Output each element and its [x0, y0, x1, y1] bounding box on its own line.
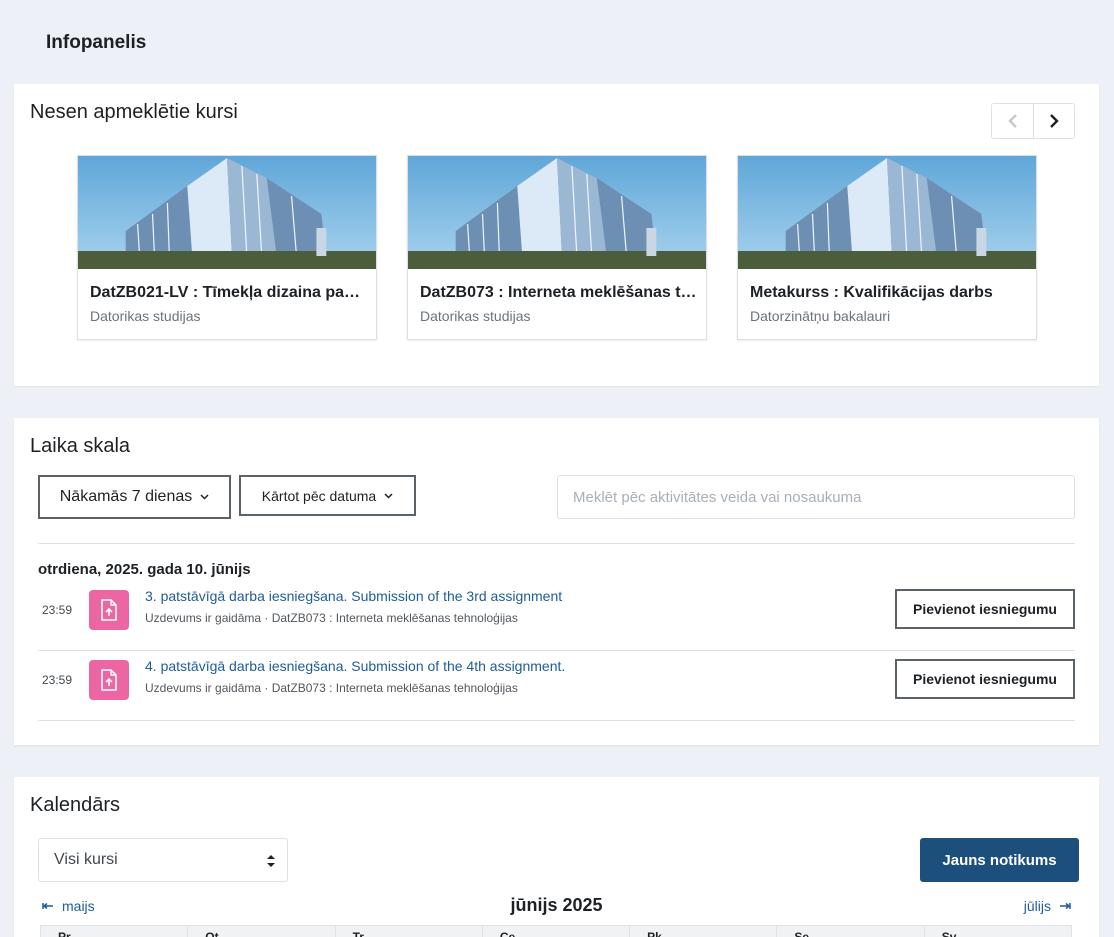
next-month-link[interactable]: jūlijs — [1024, 898, 1071, 914]
page-title: Infopanelis — [46, 32, 147, 53]
range-filter-label: Nākamās 7 dienas — [59, 488, 193, 505]
course-name[interactable]: Metakurss : Kvalifikācijas darbs — [750, 284, 1028, 302]
event-time: 23:59 — [42, 673, 73, 687]
timeline-event: 23:59 4. patstāvīgā darba iesniegšana. S… — [38, 658, 1075, 728]
event-meta: Uzdevums ir gaidāma · DatZB073 : Interne… — [145, 681, 518, 695]
weekday-label: Pr — [41, 926, 189, 937]
course-image — [78, 156, 376, 269]
weekday-label: Sv — [941, 930, 957, 937]
calendar-title: Kalendārs — [30, 794, 121, 816]
course-card[interactable]: DatZB073 : Interneta meklēšanas tehnoloģ… — [407, 155, 707, 340]
weekday-label: Se — [777, 926, 925, 937]
select-arrows-icon — [267, 855, 275, 867]
calendar-block: Kalendārs Visi kursi Jauns notikums maij… — [14, 777, 1099, 937]
event-time: 23:59 — [42, 603, 73, 617]
next-month-label: jūlijs — [1023, 898, 1051, 914]
timeline-search-input[interactable] — [557, 475, 1075, 519]
range-filter-dropdown[interactable]: Nākamās 7 dienas — [38, 475, 231, 519]
course-image — [408, 156, 706, 269]
carousel-nav — [991, 103, 1075, 139]
calendar-weekday-header: Pr Ot Tr Ce Pk Se Sv — [40, 925, 1072, 937]
course-card[interactable]: Metakurss : Kvalifikācijas darbs Datorzi… — [737, 155, 1037, 340]
course-category: Datorikas studijas — [90, 308, 201, 324]
chevron-down-icon — [200, 494, 209, 500]
course-filter-select[interactable]: Visi kursi — [38, 838, 288, 882]
recent-courses-title: Nesen apmeklētie kursi — [30, 101, 238, 123]
weekday-label: Ce — [483, 926, 631, 937]
chevron-left-icon — [1007, 114, 1017, 128]
divider — [38, 650, 1075, 651]
weekday-label: Pk — [630, 926, 778, 937]
course-category: Datorikas studijas — [420, 308, 531, 324]
sort-filter-dropdown[interactable]: Kārtot pēc datuma — [239, 475, 416, 516]
course-category: Datorzinātņu bakalauri — [750, 308, 891, 324]
divider — [38, 543, 1075, 544]
chevron-right-icon — [1050, 114, 1059, 128]
course-filter-value: Visi kursi — [54, 851, 118, 868]
course-name[interactable]: DatZB021-LV : Tīmekļa dizaina pamati — [90, 284, 368, 302]
arrow-right-icon — [1060, 902, 1071, 910]
event-title-link[interactable]: 4. patstāvīgā darba iesniegšana. Submiss… — [145, 658, 565, 674]
add-submission-button[interactable]: Pievienot iesniegumu — [895, 589, 1075, 629]
course-image — [738, 156, 1036, 269]
course-name[interactable]: DatZB073 : Interneta meklēšanas tehnoloģ… — [420, 284, 698, 302]
timeline-block: Laika skala Nākamās 7 dienas Kārtot pēc … — [14, 418, 1099, 745]
date-heading: otrdiena, 2025. gada 10. jūnijs — [38, 561, 251, 578]
assignment-icon — [89, 660, 129, 700]
sort-filter-label: Kārtot pēc datuma — [261, 487, 377, 504]
timeline-title: Laika skala — [30, 435, 131, 457]
new-event-button[interactable]: Jauns notikums — [920, 838, 1079, 882]
weekday-label: Tr — [336, 926, 483, 937]
course-card[interactable]: DatZB021-LV : Tīmekļa dizaina pamati Dat… — [77, 155, 377, 340]
timeline-event: 23:59 3. patstāvīgā darba iesniegšana. S… — [38, 588, 1075, 658]
add-submission-button[interactable]: Pievienot iesniegumu — [895, 659, 1075, 699]
carousel-prev-button[interactable] — [992, 104, 1033, 138]
event-title-link[interactable]: 3. patstāvīgā darba iesniegšana. Submiss… — [145, 588, 562, 604]
assignment-icon — [89, 590, 129, 630]
event-meta: Uzdevums ir gaidāma · DatZB073 : Interne… — [145, 611, 518, 625]
weekday-label: Ot — [188, 926, 336, 937]
carousel-next-button[interactable] — [1033, 104, 1074, 138]
chevron-down-icon — [384, 492, 393, 499]
month-title: jūnijs 2025 — [510, 895, 603, 915]
divider — [38, 720, 1075, 721]
recent-courses-block: Nesen apmeklētie kursi DatZB021-LV : Tīm… — [14, 84, 1099, 386]
